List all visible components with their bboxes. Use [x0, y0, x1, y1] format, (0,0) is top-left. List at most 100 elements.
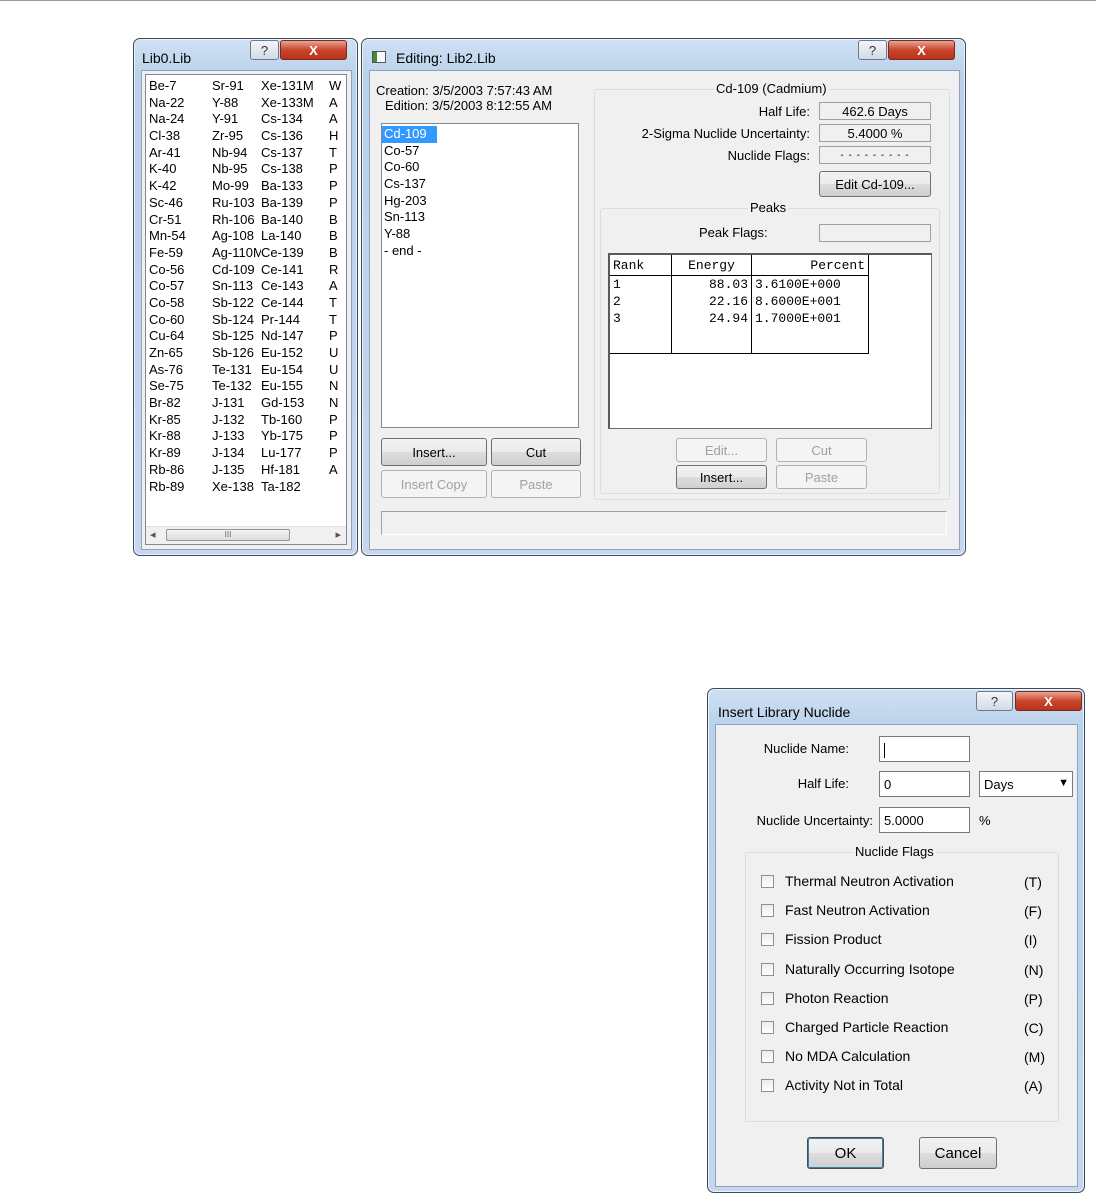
lib0-nuclide-entry[interactable]: P — [329, 161, 341, 178]
lib0-nuclide-entry[interactable]: P — [329, 178, 341, 195]
close-icon[interactable]: X — [888, 40, 955, 60]
lib0-nuclide-entry[interactable]: B — [329, 212, 341, 229]
insert-nuclide-button[interactable]: Insert... — [381, 438, 487, 466]
lib0-nuclide-entry[interactable]: A — [329, 278, 341, 295]
peaks-header-percent[interactable]: Percent — [751, 255, 869, 276]
flag-checkbox[interactable] — [761, 1021, 774, 1034]
lib0-nuclide-entry[interactable]: J-132 — [212, 412, 261, 429]
edit-nuclide-button[interactable]: Edit Cd-109... — [819, 171, 931, 197]
lib0-nuclide-entry[interactable]: T — [329, 312, 341, 329]
lib0-nuclide-entry[interactable]: Ru-103 — [212, 195, 261, 212]
lib0-nuclide-entry[interactable]: H — [329, 128, 341, 145]
peak-row[interactable]: 3 24.94 1.7000E+001 — [610, 310, 869, 327]
lib0-nuclide-entry[interactable]: Nb-94 — [212, 145, 261, 162]
lib0-nuclide-entry[interactable]: Sb-122 — [212, 295, 261, 312]
lib0-nuclide-entry[interactable]: Fe-59 — [149, 245, 212, 262]
lib0-nuclide-entry[interactable]: Rb-86 — [149, 462, 212, 479]
lib0-nuclide-entry[interactable]: Eu-154 — [261, 362, 329, 379]
peaks-table-area[interactable]: Rank Energy Percent 1 88.03 3.6100E+000 2 22… — [608, 253, 932, 429]
uncertainty-input[interactable]: 5.0000 — [879, 807, 970, 833]
lib0-nuclide-entry[interactable]: Rh-106 — [212, 212, 261, 229]
lib0-nuclide-entry[interactable]: Cd-109 — [212, 262, 261, 279]
peak-row[interactable]: 2 22.16 8.6000E+001 — [610, 293, 869, 310]
lib0-nuclide-entry[interactable]: Xe-131M — [261, 78, 329, 95]
lib0-nuclide-entry[interactable]: J-135 — [212, 462, 261, 479]
lib0-nuclide-entry[interactable]: Na-22 — [149, 95, 212, 112]
lib0-nuclide-entry[interactable]: Cr-51 — [149, 212, 212, 229]
flag-checkbox[interactable] — [761, 992, 774, 1005]
lib0-nuclide-list[interactable]: Be-7 Sr-91 Xe-131M W Na-22 Y-88 Xe-133M A Na-24 Y… — [145, 74, 347, 545]
lib0-nuclide-entry[interactable]: Y-88 — [212, 95, 261, 112]
lib0-nuclide-entry[interactable]: J-131 — [212, 395, 261, 412]
lib0-nuclide-entry[interactable]: Cu-64 — [149, 328, 212, 345]
lib0-nuclide-entry[interactable]: P — [329, 445, 341, 462]
lib0-nuclide-entry[interactable]: T — [329, 145, 341, 162]
lib0-nuclide-entry[interactable]: J-133 — [212, 428, 261, 445]
lib0-nuclide-entry[interactable]: Ce-144 — [261, 295, 329, 312]
lib0-nuclide-entry[interactable]: P — [329, 428, 341, 445]
flag-checkbox[interactable] — [761, 933, 774, 946]
lib0-nuclide-entry[interactable]: Ag-108 — [212, 228, 261, 245]
lib0-nuclide-entry[interactable]: W — [329, 78, 341, 95]
insert-copy-button[interactable]: Insert Copy — [381, 470, 487, 498]
lib0-nuclide-entry[interactable]: Cs-137 — [261, 145, 329, 162]
cancel-button[interactable]: Cancel — [919, 1137, 997, 1169]
lib0-nuclide-entry[interactable]: Sr-91 — [212, 78, 261, 95]
lib0-nuclide-entry[interactable]: Zr-95 — [212, 128, 261, 145]
peaks-header-energy[interactable]: Energy — [671, 255, 752, 276]
lib0-nuclide-entry[interactable]: Ta-182 — [261, 479, 329, 496]
peak-row[interactable]: 1 88.03 3.6100E+000 — [610, 275, 869, 293]
lib0-nuclide-entry[interactable]: N — [329, 395, 341, 412]
lib0-nuclide-entry[interactable]: Eu-152 — [261, 345, 329, 362]
lib0-nuclide-entry[interactable]: Se-75 — [149, 378, 212, 395]
lib0-nuclide-entry[interactable]: Ce-139 — [261, 245, 329, 262]
lib0-nuclide-entry[interactable]: K-42 — [149, 178, 212, 195]
lib0-nuclide-entry[interactable]: Mo-99 — [212, 178, 261, 195]
flag-checkbox[interactable] — [761, 1050, 774, 1063]
insert-peak-button[interactable]: Insert... — [676, 465, 767, 489]
lib0-nuclide-entry[interactable]: As-76 — [149, 362, 212, 379]
lib0-nuclide-entry[interactable]: T — [329, 295, 341, 312]
lib0-nuclide-entry[interactable]: Ag-110M — [212, 245, 261, 262]
lib0-nuclide-entry[interactable]: Co-56 — [149, 262, 212, 279]
help-icon[interactable]: ? — [250, 40, 279, 60]
lib0-nuclide-entry[interactable]: Lu-177 — [261, 445, 329, 462]
lib0-nuclide-entry[interactable]: Cs-134 — [261, 111, 329, 128]
lib0-nuclide-entry[interactable]: Na-24 — [149, 111, 212, 128]
scroll-right-icon[interactable]: ▸ — [335, 528, 341, 541]
lib0-nuclide-entry[interactable]: Ce-141 — [261, 262, 329, 279]
paste-peak-button[interactable]: Paste — [776, 465, 867, 489]
lib0-nuclide-entry[interactable]: Kr-85 — [149, 412, 212, 429]
lib0-nuclide-entry[interactable]: Ar-41 — [149, 145, 212, 162]
library-nuclide-list[interactable]: Cd-109 Co-57 Co-60 Cs-137 Hg-203 Sn-113 Y-88- … — [381, 123, 579, 428]
close-icon[interactable]: X — [280, 40, 347, 60]
paste-nuclide-button[interactable]: Paste — [491, 470, 581, 498]
lib0-nuclide-entry[interactable]: A — [329, 111, 341, 128]
nuclide-list-item[interactable]: Cs-137 — [382, 176, 426, 193]
lib0-nuclide-entry[interactable]: Sn-113 — [212, 278, 261, 295]
lib0-nuclide-entry[interactable]: Sc-46 — [149, 195, 212, 212]
lib0-nuclide-entry[interactable]: Sb-124 — [212, 312, 261, 329]
lib0-nuclide-entry[interactable]: Ba-140 — [261, 212, 329, 229]
lib0-nuclide-entry[interactable]: N — [329, 378, 341, 395]
lib0-nuclide-entry[interactable]: Cs-138 — [261, 161, 329, 178]
dropdown-arrow-icon[interactable]: ▼ — [1058, 777, 1069, 789]
half-life-unit-select[interactable]: Days ▼ — [979, 771, 1073, 797]
lib0-nuclide-entry[interactable]: U — [329, 345, 341, 362]
lib0-nuclide-entry[interactable]: U — [329, 362, 341, 379]
close-icon[interactable]: X — [1015, 691, 1082, 711]
flag-label[interactable]: Charged Particle Reaction — [785, 1019, 948, 1035]
lib0-nuclide-entry[interactable]: B — [329, 245, 341, 262]
lib0-nuclide-entry[interactable]: Nd-147 — [261, 328, 329, 345]
peaks-header-rank[interactable]: Rank — [610, 255, 672, 276]
scroll-thumb[interactable]: III — [166, 529, 290, 541]
lib0-nuclide-entry[interactable]: Rb-89 — [149, 479, 212, 496]
lib0-nuclide-entry[interactable]: Zn-65 — [149, 345, 212, 362]
lib0-nuclide-entry[interactable]: A — [329, 95, 341, 112]
nuclide-list-item[interactable]: - end - — [382, 243, 422, 260]
lib0-nuclide-entry[interactable]: Co-60 — [149, 312, 212, 329]
lib0-nuclide-entry[interactable]: Be-7 — [149, 78, 212, 95]
lib0-nuclide-entry[interactable]: J-134 — [212, 445, 261, 462]
nuclide-list-item[interactable]: Cd-109 — [382, 126, 437, 143]
help-icon[interactable]: ? — [858, 40, 887, 60]
